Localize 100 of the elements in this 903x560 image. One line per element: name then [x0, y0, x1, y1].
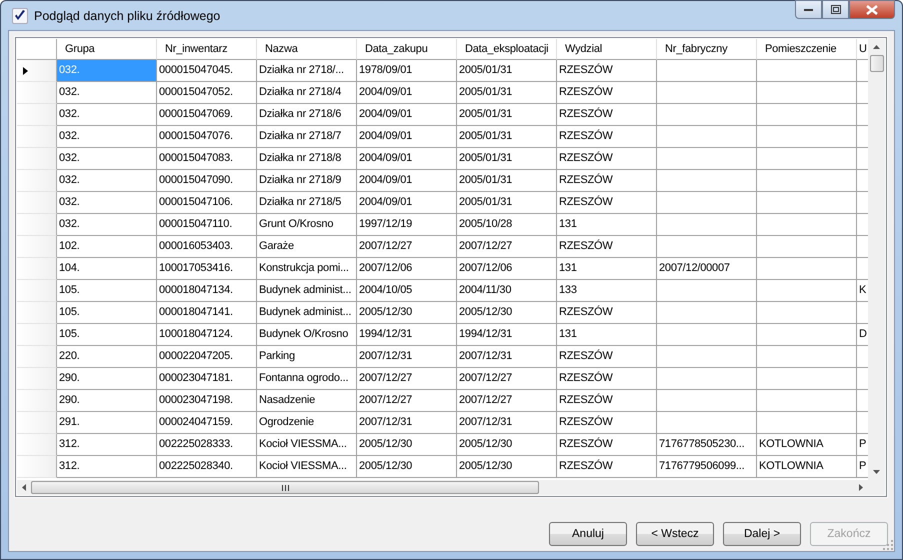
table-cell: KOTLOWNIA — [757, 456, 857, 478]
column-header[interactable]: Wydzial — [557, 39, 657, 60]
table-cell: 2005/01/31 — [457, 170, 557, 192]
table-cell: Działka nr 2718/4 — [257, 82, 357, 104]
table-cell: 2004/09/01 — [357, 148, 457, 170]
table-cell: RZESZÓW — [557, 390, 657, 412]
table-cell: 2005/01/31 — [457, 148, 557, 170]
table-cell: 2005/01/31 — [457, 104, 557, 126]
table-cell: 1994/12/31 — [457, 324, 557, 346]
row-header[interactable] — [17, 60, 57, 82]
close-button[interactable] — [849, 0, 895, 19]
table-cell: 000015047083. — [157, 148, 257, 170]
table-cell: RZESZÓW — [557, 434, 657, 456]
table-cell: RZESZÓW — [557, 126, 657, 148]
table-cell: 131 — [557, 214, 657, 236]
table-cell: Fontanna ogrodo... — [257, 368, 357, 390]
table-cell: RZESZÓW — [557, 302, 657, 324]
table-cell: 2004/09/01 — [357, 192, 457, 214]
column-header[interactable]: Grupa — [57, 39, 157, 60]
table-cell: 105. — [57, 324, 157, 346]
table-cell: 2005/01/31 — [457, 192, 557, 214]
table-cell: Nasadzenie — [257, 390, 357, 412]
table-cell: 2007/12/31 — [357, 346, 457, 368]
table-cell: 000018047134. — [157, 280, 257, 302]
table-cell: 032. — [57, 148, 157, 170]
current-row-icon — [23, 66, 28, 74]
dialog-button[interactable]: Anuluj — [549, 522, 627, 546]
minimize-button[interactable] — [795, 0, 822, 19]
right-arrow-icon — [859, 484, 863, 491]
table-cell: 000015047052. — [157, 82, 257, 104]
table-cell: 105. — [57, 280, 157, 302]
table-cell: 2005/01/31 — [457, 82, 557, 104]
table-cell: 2004/10/05 — [357, 280, 457, 302]
table-cell: 290. — [57, 390, 157, 412]
table-cell: RZESZÓW — [557, 346, 657, 368]
table-cell: 032. — [57, 82, 157, 104]
table-cell: 2004/09/01 — [357, 170, 457, 192]
table-cell: 2004/09/01 — [357, 82, 457, 104]
column-header[interactable]: Data_zakupu — [357, 39, 457, 60]
table-cell: 032. — [57, 170, 157, 192]
table-cell: Działka nr 2718/6 — [257, 104, 357, 126]
table-cell: 2007/12/27 — [457, 390, 557, 412]
table-cell: 100018047124. — [157, 324, 257, 346]
table-cell: 2005/12/30 — [357, 456, 457, 478]
maximize-button[interactable] — [822, 0, 849, 19]
table-cell: 032. — [57, 192, 157, 214]
table-cell: 000015047090. — [157, 170, 257, 192]
table-cell: 102. — [57, 236, 157, 258]
table-cell: Ogrodzenie — [257, 412, 357, 434]
table-cell: Działka nr 2718/5 — [257, 192, 357, 214]
table-cell: 2004/11/30 — [457, 280, 557, 302]
table-cell: 2004/09/01 — [357, 104, 457, 126]
column-header[interactable]: Data_eksploatacji — [457, 39, 557, 60]
table-cell: Budynek administ... — [257, 280, 357, 302]
dialog-button[interactable]: Dalej > — [723, 522, 801, 546]
left-arrow-icon — [22, 484, 26, 491]
table-cell: RZESZÓW — [557, 412, 657, 434]
table-cell: 000015047045. — [157, 60, 257, 82]
table-cell: 2007/12/27 — [457, 368, 557, 390]
table-cell: 1994/12/31 — [357, 324, 457, 346]
dialog-button[interactable]: < Wstecz — [636, 522, 714, 546]
table-cell: Grunt O/Krosno — [257, 214, 357, 236]
table-cell: 2007/12/00007 — [657, 258, 757, 280]
table-cell: 2007/12/27 — [357, 368, 457, 390]
table-cell: 2007/12/27 — [357, 390, 457, 412]
table-cell: 2007/12/31 — [457, 412, 557, 434]
table-cell: Działka nr 2718/... — [257, 60, 357, 82]
table-cell: RZESZÓW — [557, 104, 657, 126]
table-cell: RZESZÓW — [557, 82, 657, 104]
resize-grip-icon — [883, 540, 893, 550]
table-cell: 2005/01/31 — [457, 60, 557, 82]
table-cell: 000015047069. — [157, 104, 257, 126]
table-cell: 2005/01/31 — [457, 126, 557, 148]
scroll-thumb[interactable] — [870, 55, 884, 72]
table-cell: RZESZÓW — [557, 456, 657, 478]
grip-icon — [282, 484, 288, 490]
table-cell: 290. — [57, 368, 157, 390]
table-cell: 002225028340. — [157, 456, 257, 478]
window-title: Podgląd danych pliku źródłowego — [34, 8, 222, 22]
column-header[interactable]: Nr_fabryczny — [657, 39, 757, 60]
horizontal-scrollbar[interactable] — [17, 480, 868, 495]
table-cell: Konstrukcja pomi... — [257, 258, 357, 280]
table-cell: 000023047198. — [157, 390, 257, 412]
column-header[interactable]: Pomieszczenie — [757, 39, 857, 60]
table-cell: 100017053416. — [157, 258, 257, 280]
table-cell: 131 — [557, 324, 657, 346]
table-cell: 2007/12/27 — [457, 236, 557, 258]
vertical-scrollbar[interactable] — [868, 39, 885, 480]
table-cell: RZESZÓW — [557, 368, 657, 390]
table-cell: 2005/12/30 — [357, 434, 457, 456]
table-cell: 2007/12/31 — [357, 412, 457, 434]
maximize-icon — [830, 5, 840, 14]
up-arrow-icon — [873, 45, 880, 49]
scroll-thumb[interactable] — [31, 481, 539, 494]
column-header[interactable]: Nazwa — [257, 39, 357, 60]
column-header[interactable]: Nr_inwentarz — [157, 39, 257, 60]
table-cell: 032. — [57, 126, 157, 148]
table-cell: 291. — [57, 412, 157, 434]
table-cell: 220. — [57, 346, 157, 368]
table-cell: 1978/09/01 — [357, 60, 457, 82]
